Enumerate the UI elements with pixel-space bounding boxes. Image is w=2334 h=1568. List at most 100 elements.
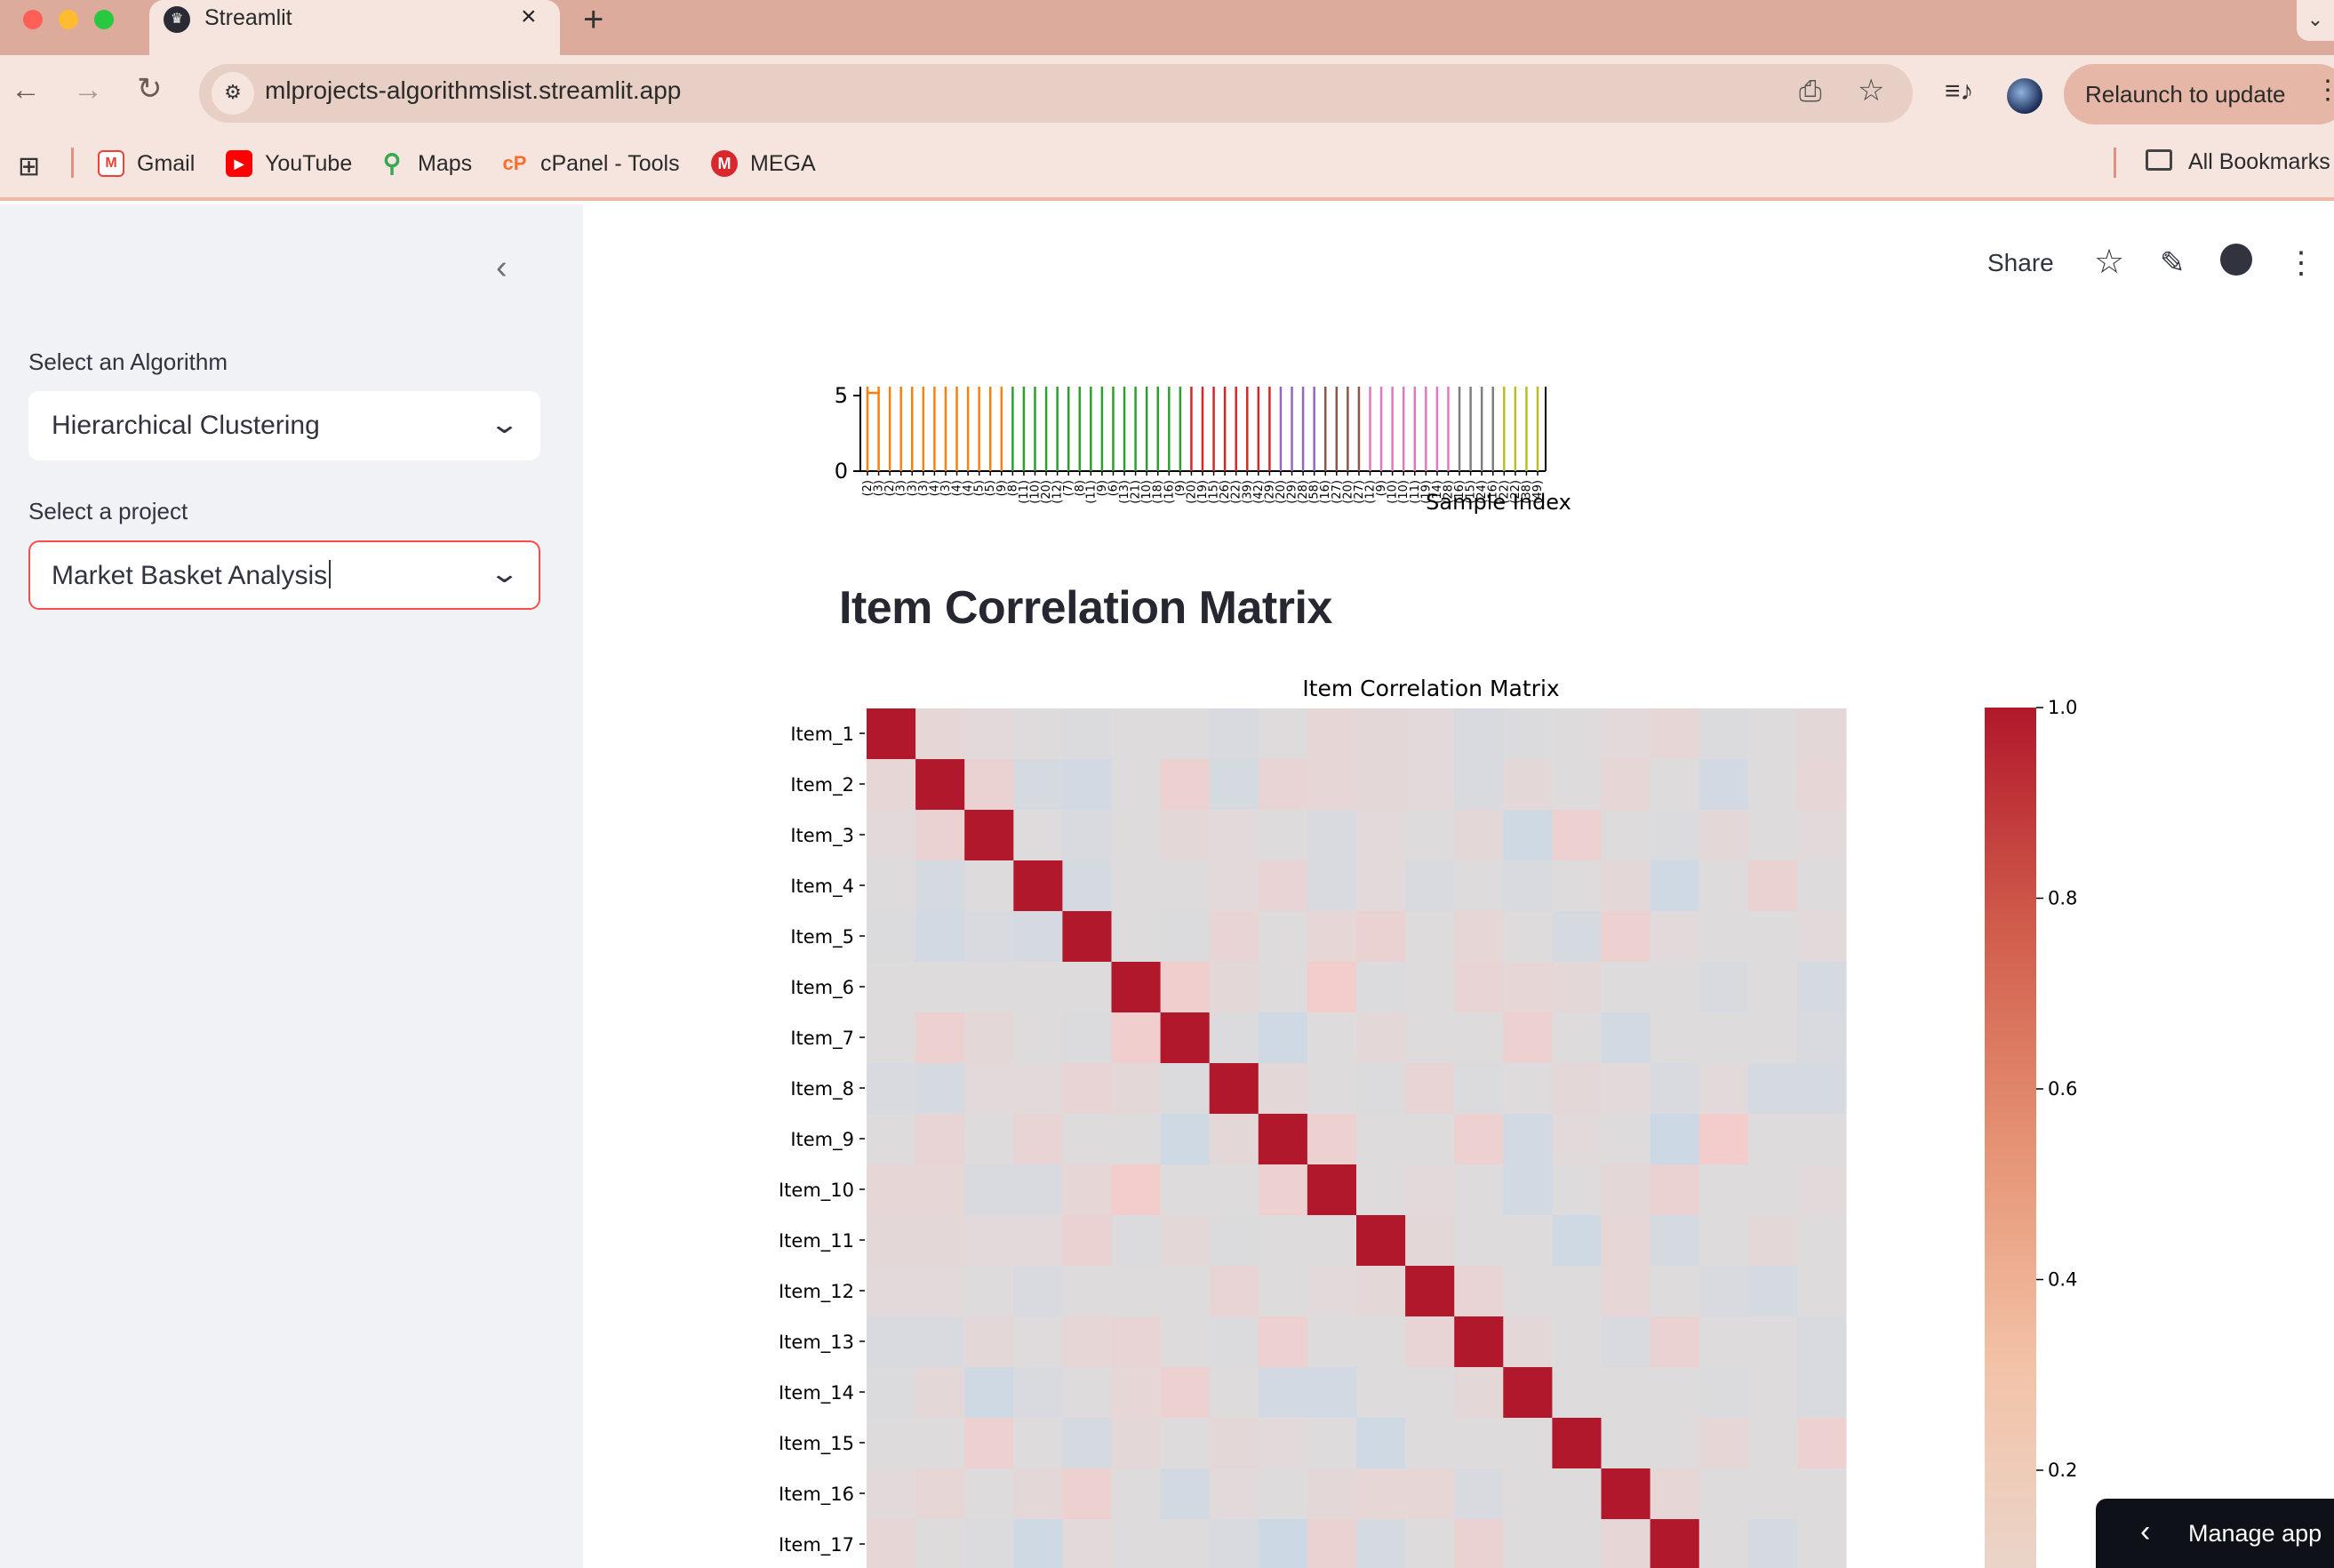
heatmap-cell bbox=[1650, 911, 1700, 963]
browser-tab[interactable]: ♛ Streamlit × bbox=[149, 0, 560, 55]
project-select-value[interactable]: Market Basket Analysis bbox=[52, 560, 332, 591]
tab-search-chevron-icon[interactable]: ⌄ bbox=[2297, 0, 2334, 41]
window-close-button[interactable] bbox=[23, 10, 43, 29]
install-app-icon[interactable]: ⎙ bbox=[1799, 75, 1822, 108]
all-bookmarks-button[interactable]: All Bookmarks bbox=[2188, 149, 2330, 175]
bookmark-maps[interactable]: ⚲ Maps bbox=[379, 148, 485, 180]
heatmap-cell bbox=[1258, 1164, 1308, 1216]
heatmap-cell bbox=[1307, 860, 1357, 912]
heatmap-cell bbox=[1601, 1164, 1651, 1216]
collapse-sidebar-chevron-icon[interactable]: ‹ bbox=[496, 249, 508, 287]
heatmap-cell bbox=[1111, 759, 1162, 811]
youtube-icon: ▶ bbox=[226, 150, 252, 177]
heatmap-cell bbox=[1454, 1367, 1504, 1419]
heatmap-cell bbox=[1699, 1519, 1749, 1568]
heatmap-cell bbox=[867, 911, 916, 963]
heatmap-cell bbox=[964, 1063, 1014, 1115]
back-arrow-icon[interactable]: ← bbox=[11, 73, 41, 108]
heatmap-cell bbox=[1209, 1468, 1259, 1520]
heatmap-cell bbox=[1796, 911, 1847, 963]
bookmark-youtube[interactable]: ▶ YouTube bbox=[226, 148, 359, 180]
heatmap-cell bbox=[1601, 759, 1651, 811]
heatmap-cell bbox=[964, 1266, 1014, 1317]
site-info-icon[interactable]: ⚙ bbox=[212, 72, 254, 115]
heatmap-cell bbox=[867, 708, 916, 760]
profile-avatar[interactable] bbox=[2007, 78, 2042, 114]
apps-grid-icon[interactable]: ⊞ bbox=[18, 151, 40, 182]
maps-icon: ⚲ bbox=[382, 149, 402, 177]
colorbar bbox=[1985, 708, 2036, 1568]
heatmap-cell bbox=[1356, 708, 1406, 760]
heatmap-cell bbox=[1699, 1164, 1749, 1216]
heatmap-cell bbox=[1356, 810, 1406, 861]
heatmap-cell bbox=[1650, 810, 1700, 861]
heatmap-cell bbox=[1111, 1266, 1162, 1317]
heatmap-cell bbox=[1796, 810, 1847, 861]
heatmap-cell bbox=[1454, 1266, 1504, 1317]
heatmap-cell bbox=[1356, 1266, 1406, 1317]
heatmap-cell bbox=[1796, 860, 1847, 912]
media-controls-icon[interactable]: ≡♪ bbox=[1945, 76, 1974, 107]
heatmap-cell bbox=[1307, 911, 1357, 963]
heatmap-cell bbox=[1062, 1316, 1112, 1368]
heatmap-cell bbox=[1160, 1164, 1211, 1216]
heatmap-cell bbox=[1503, 759, 1553, 811]
heatmap-cell bbox=[1601, 860, 1651, 912]
project-select[interactable]: Market Basket Analysis ⌄ bbox=[28, 540, 540, 610]
window-minimize-button[interactable] bbox=[59, 10, 78, 29]
algorithm-select[interactable]: Hierarchical Clustering ⌄ bbox=[28, 391, 540, 460]
heatmap-cell bbox=[1405, 962, 1455, 1013]
heatmap-cell bbox=[1796, 1114, 1847, 1165]
heatmap-cell bbox=[1356, 1063, 1406, 1115]
heatmap-cell bbox=[1796, 1519, 1847, 1568]
bookmarks-divider bbox=[2114, 148, 2116, 178]
heatmap-cell bbox=[1552, 1114, 1602, 1165]
heatmap-cell bbox=[1650, 1266, 1700, 1317]
window-zoom-button[interactable] bbox=[94, 10, 114, 29]
heatmap-cell bbox=[915, 1012, 965, 1064]
heatmap-cell bbox=[1552, 1164, 1602, 1216]
folder-icon[interactable] bbox=[2146, 149, 2172, 171]
url-text[interactable]: mlprojects-algorithmslist.streamlit.app bbox=[265, 76, 681, 105]
heatmap-cell bbox=[1699, 1316, 1749, 1368]
reload-icon[interactable]: ↻ bbox=[137, 71, 163, 107]
manage-app-button[interactable]: ‹ Manage app bbox=[2096, 1499, 2334, 1568]
forward-arrow-icon[interactable]: → bbox=[73, 73, 103, 108]
heatmap-cell bbox=[1601, 1114, 1651, 1165]
heatmap-cell bbox=[1503, 1316, 1553, 1368]
heatmap-cell bbox=[1796, 708, 1847, 760]
new-tab-button[interactable]: + bbox=[583, 0, 603, 40]
bookmark-gmail[interactable]: M Gmail bbox=[98, 148, 204, 180]
heatmap-cell bbox=[964, 1519, 1014, 1568]
bookmarks-divider bbox=[71, 148, 74, 178]
heatmap-cell bbox=[1601, 708, 1651, 760]
heatmap-cell bbox=[915, 860, 965, 912]
heatmap-cell bbox=[1601, 1316, 1651, 1368]
heatmap-cell bbox=[1258, 860, 1308, 912]
heatmap-cell bbox=[1209, 1114, 1259, 1165]
bookmark-mega[interactable]: M MEGA bbox=[711, 148, 827, 180]
browser-tab-bar: ♛ Streamlit × + ⌄ bbox=[0, 0, 2334, 55]
heatmap-cell bbox=[1307, 962, 1357, 1013]
relaunch-button[interactable]: Relaunch to update ⋮ bbox=[2064, 64, 2334, 124]
heatmap-cell bbox=[1307, 1114, 1357, 1165]
heatmap-cell bbox=[1258, 1367, 1308, 1419]
bookmark-star-icon[interactable]: ☆ bbox=[1858, 73, 1884, 108]
address-bar[interactable]: ⚙ mlprojects-algorithmslist.streamlit.ap… bbox=[199, 64, 1913, 123]
heatmap-title: Item Correlation Matrix bbox=[1302, 676, 1559, 701]
heatmap-cell bbox=[1111, 1164, 1162, 1216]
heatmap-cell bbox=[1650, 1164, 1700, 1216]
heatmap-cell bbox=[1356, 1114, 1406, 1165]
heatmap-cell bbox=[1650, 1519, 1700, 1568]
heatmap-cell bbox=[867, 1012, 916, 1064]
heatmap-cell bbox=[1062, 1266, 1112, 1317]
heatmap-cell bbox=[1747, 759, 1798, 811]
browser-menu-icon[interactable]: ⋮ bbox=[2314, 75, 2334, 106]
bookmark-cpanel[interactable]: cP cPanel - Tools bbox=[501, 148, 697, 180]
heatmap-cell bbox=[1747, 1519, 1798, 1568]
heatmap-cell bbox=[1699, 810, 1749, 861]
tab-close-icon[interactable]: × bbox=[521, 2, 537, 32]
heatmap-cell bbox=[1111, 1012, 1162, 1064]
heatmap-cell bbox=[964, 708, 1014, 760]
heatmap-cell bbox=[1454, 708, 1504, 760]
